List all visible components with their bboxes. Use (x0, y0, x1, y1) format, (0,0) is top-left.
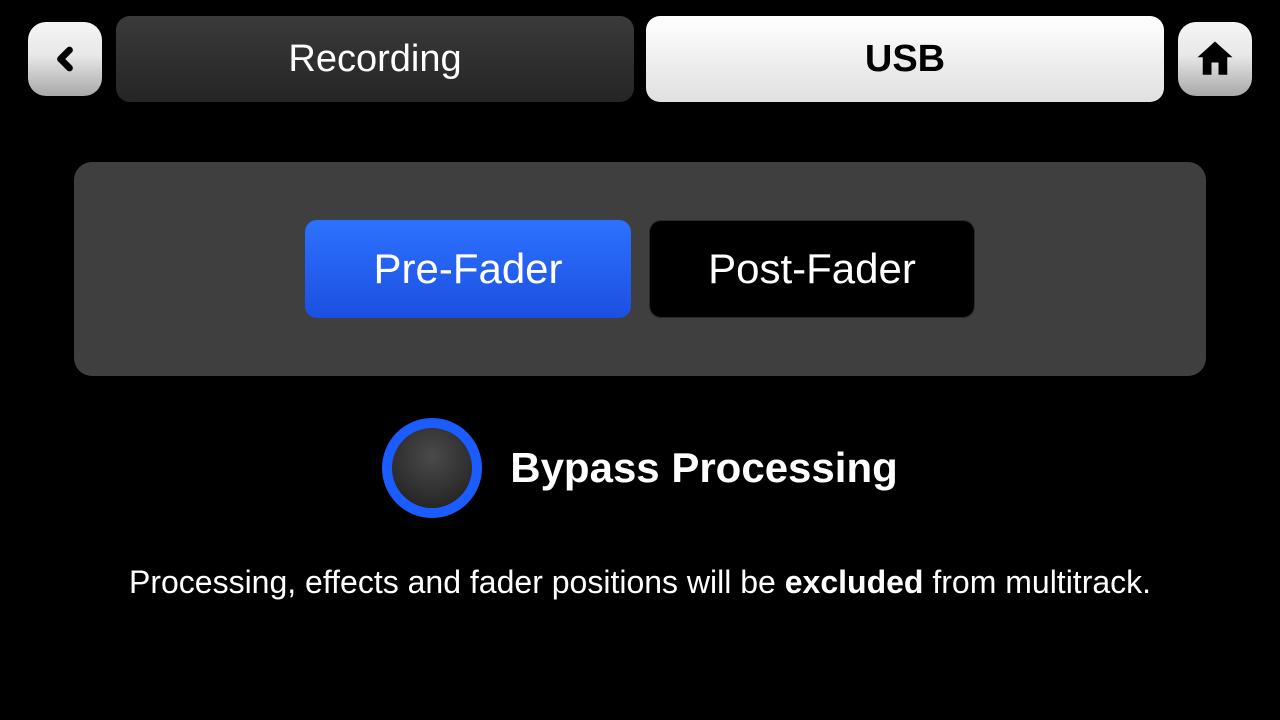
description-text: Processing, effects and fader positions … (0, 564, 1280, 601)
back-button[interactable] (28, 22, 102, 96)
description-prefix: Processing, effects and fader positions … (129, 564, 785, 600)
home-button[interactable] (1178, 22, 1252, 96)
post-fader-label: Post-Fader (708, 245, 916, 293)
pre-fader-button[interactable]: Pre-Fader (305, 220, 631, 318)
description-suffix: from multitrack. (923, 564, 1151, 600)
home-icon (1194, 38, 1236, 80)
tab-recording-label: Recording (288, 38, 461, 81)
bypass-row: Bypass Processing (0, 418, 1280, 518)
top-tabs: Recording USB (116, 16, 1164, 102)
tab-usb-label: USB (865, 38, 945, 81)
tab-usb[interactable]: USB (646, 16, 1164, 102)
bypass-toggle[interactable] (382, 418, 482, 518)
post-fader-button[interactable]: Post-Fader (649, 220, 975, 318)
description-emphasis: excluded (785, 564, 924, 600)
bypass-label: Bypass Processing (510, 444, 898, 492)
chevron-left-icon (47, 41, 83, 77)
tab-recording[interactable]: Recording (116, 16, 634, 102)
fader-mode-panel: Pre-Fader Post-Fader (74, 162, 1206, 376)
pre-fader-label: Pre-Fader (373, 245, 562, 293)
